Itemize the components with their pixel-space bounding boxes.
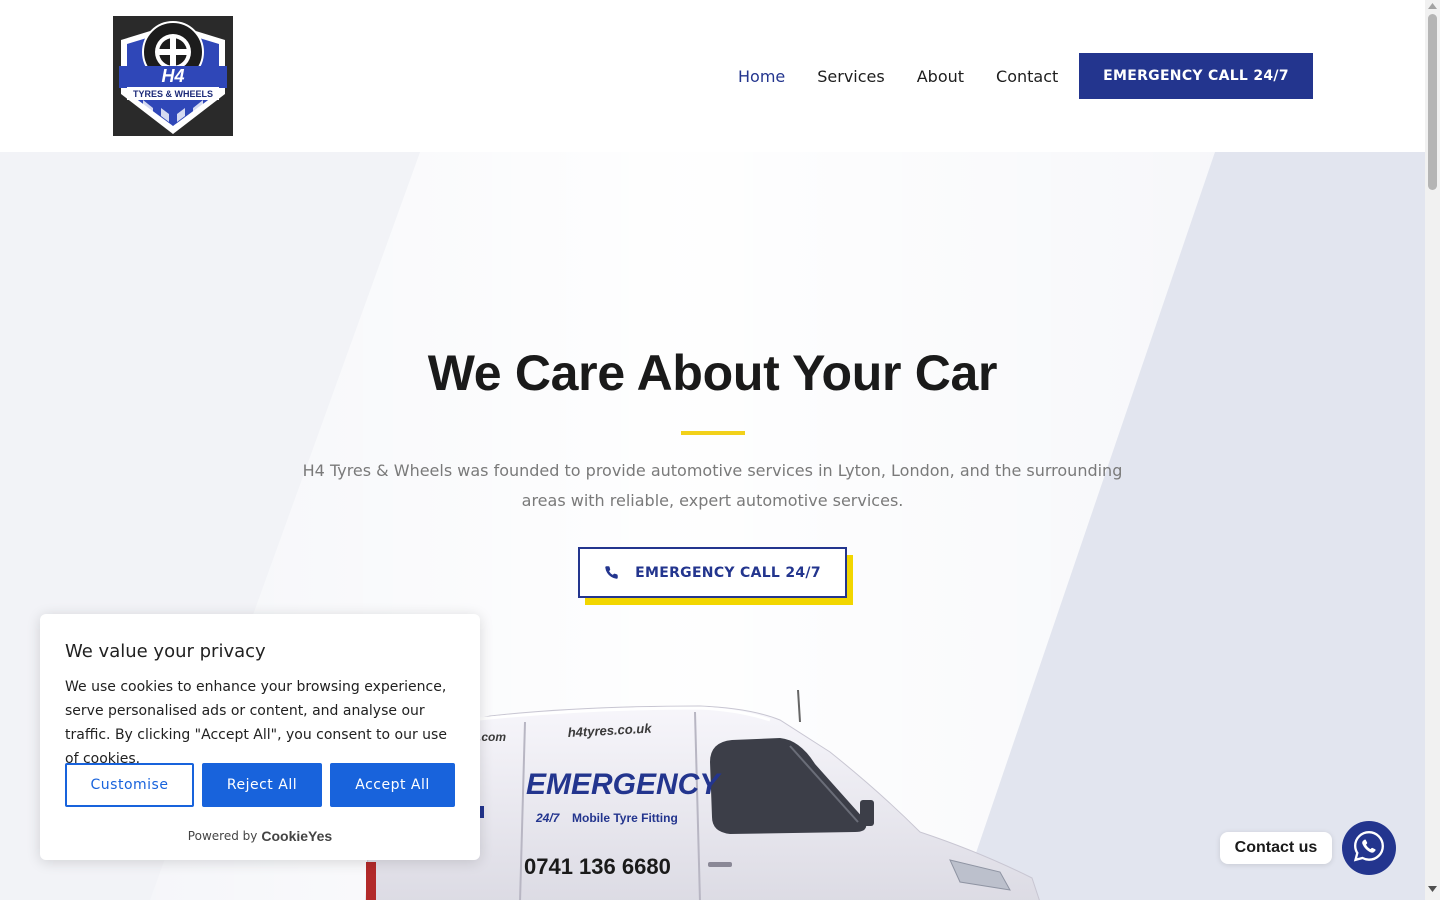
main-nav: Home Services About Contact [738,53,1058,99]
whatsapp-contact-button[interactable] [1342,821,1396,875]
site-header: H4 TYRES & WHEELS Home Services About Co… [0,0,1425,152]
tyre-shield-logo-icon: H4 TYRES & WHEELS [113,16,233,136]
cookieyes-logo[interactable]: CookieYes [261,828,332,844]
contact-us-label[interactable]: Contact us [1220,832,1332,864]
powered-by-text: Powered by [187,829,258,843]
van-website-fragment: .com [478,730,506,744]
hero-emergency-call-button[interactable]: EMERGENCY CALL 24/7 [578,547,847,598]
van-service: Mobile Tyre Fitting [572,811,678,825]
header-emergency-call-button[interactable]: EMERGENCY CALL 24/7 [1079,53,1313,99]
van-badge: 24/7 [535,811,561,825]
hero-title: We Care About Your Car [427,345,998,401]
logo-text-top: H4 [161,66,184,86]
scroll-down-arrow-icon[interactable] [1428,886,1437,894]
van-headline: EMERGENCY [526,768,722,801]
cookie-reject-all-button[interactable]: Reject All [202,763,322,807]
title-underline [681,431,745,435]
cookie-accept-all-button[interactable]: Accept All [330,763,455,807]
hero-description: H4 Tyres & Wheels was founded to provide… [302,461,1123,510]
page-scrollbar[interactable] [1425,0,1440,900]
cookie-powered-by: Powered by CookieYes [40,828,480,844]
hero-cta-label: EMERGENCY CALL 24/7 [635,564,821,581]
nav-link-services[interactable]: Services [817,67,884,86]
logo-text-bottom: TYRES & WHEELS [133,89,213,99]
cookie-consent-banner: We value your privacy We use cookies to … [40,614,480,860]
site-logo[interactable]: H4 TYRES & WHEELS [113,16,233,136]
phone-icon [604,565,619,580]
nav-link-about[interactable]: About [917,67,964,86]
cookie-customise-button[interactable]: Customise [65,763,194,807]
scrollbar-thumb[interactable] [1428,14,1437,190]
van-phone: 0741 136 6680 [524,854,671,879]
nav-link-home[interactable]: Home [738,67,785,86]
nav-link-contact[interactable]: Contact [996,67,1058,86]
whatsapp-icon [1352,829,1386,868]
cookie-title: We value your privacy [65,641,266,662]
cookie-description: We use cookies to enhance your browsing … [65,679,447,767]
scroll-up-arrow-icon[interactable] [1428,3,1437,11]
